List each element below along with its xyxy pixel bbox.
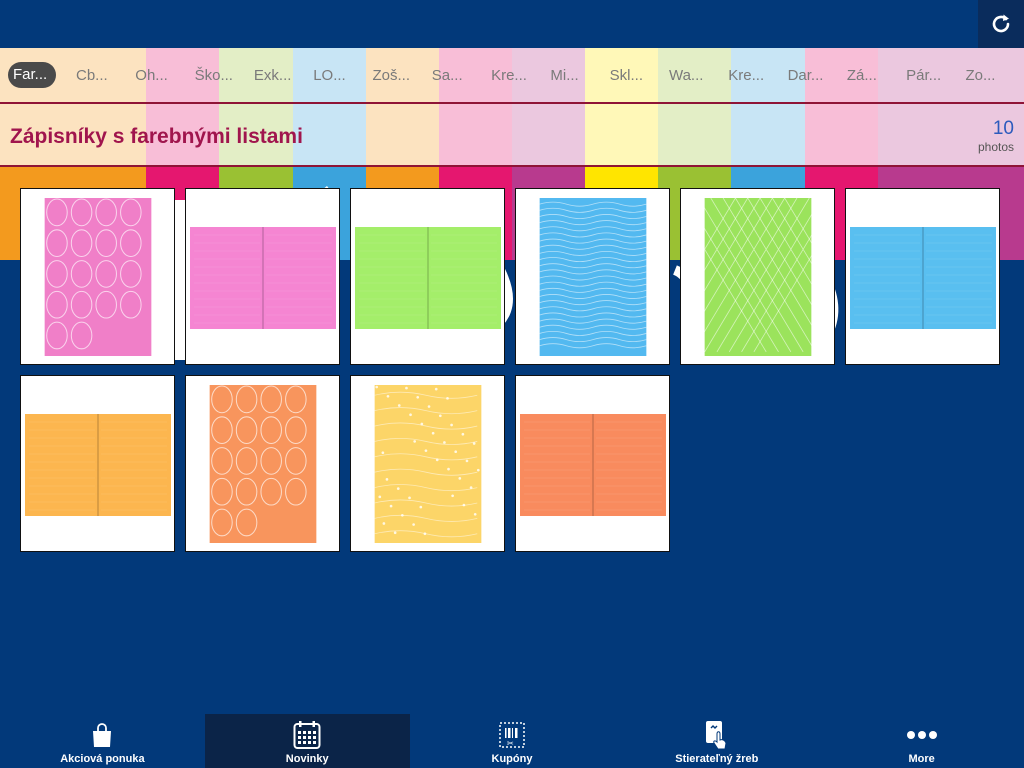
category-tab[interactable]: Far... [8, 62, 56, 88]
category-tab[interactable]: Oh... [127, 67, 186, 84]
category-tab[interactable]: Dar... [780, 67, 839, 84]
category-tab[interactable]: Mi... [542, 67, 601, 84]
notebook-image [519, 413, 666, 516]
category-tab[interactable]: Kre... [483, 67, 542, 84]
photo-thumbnail[interactable] [20, 375, 175, 552]
refresh-icon [992, 14, 1010, 33]
category-tab[interactable]: Zoš... [364, 67, 423, 84]
photo-thumbnail[interactable] [845, 188, 1000, 365]
notebook-image [702, 197, 813, 356]
shopping-bag-icon [91, 719, 113, 751]
bottom-tab-label: Akciová ponuka [60, 753, 145, 765]
category-tab[interactable]: Cb... [68, 67, 127, 84]
bottom-tab[interactable]: Akciová ponuka [0, 714, 205, 768]
album-title: Zápisníky s farebnými listami [10, 125, 303, 148]
notebook-image [354, 226, 501, 329]
bottom-tab-label: Novinky [285, 753, 329, 765]
scratch-card-icon [704, 719, 730, 751]
photo-thumbnail[interactable] [350, 375, 505, 552]
bottom-tab-label: Stierateľný žreb [675, 753, 759, 765]
top-bar [0, 0, 1024, 48]
notebook-image [849, 226, 996, 329]
bottom-tab[interactable]: ✂ Kupóny [410, 714, 615, 768]
photo-thumbnail[interactable] [20, 188, 175, 365]
category-tab[interactable]: Exk... [246, 67, 305, 84]
category-tab[interactable]: Ško... [187, 67, 246, 84]
bottom-tab-bar: Akciová ponuka Novinky ✂ Kupóny Stierateľný … [0, 714, 1024, 768]
more-icon [906, 719, 938, 751]
coupon-icon: ✂ [498, 719, 526, 751]
photo-thumbnail[interactable] [185, 188, 340, 365]
bottom-tab-label: More [908, 753, 935, 765]
album-header: Zápisníky s farebnými listami 10 photos [0, 104, 1024, 167]
category-tab[interactable]: Kre... [720, 67, 779, 84]
bottom-tab[interactable]: More [819, 714, 1024, 768]
photo-count-number: 10 [992, 118, 1014, 139]
photo-thumbnail[interactable] [185, 375, 340, 552]
calendar-icon [293, 719, 321, 751]
notebook-image [539, 197, 646, 356]
svg-text:✂: ✂ [507, 739, 514, 748]
photo-thumbnail[interactable] [515, 375, 670, 552]
notebook-image [189, 226, 336, 329]
refresh-button[interactable] [978, 0, 1024, 48]
photo-thumbnail[interactable] [680, 188, 835, 365]
category-tab[interactable]: Wa... [661, 67, 720, 84]
category-tab[interactable]: Sa... [424, 67, 483, 84]
notebook-image [44, 197, 151, 356]
photo-count-label: photos [977, 140, 1014, 154]
notebook-image [209, 384, 316, 543]
bottom-tab-label: Kupóny [491, 753, 533, 765]
category-tab[interactable]: Skl... [602, 67, 661, 84]
notebook-image [374, 384, 481, 543]
category-tab[interactable]: Pár... [898, 67, 957, 84]
photo-thumbnail[interactable] [515, 188, 670, 365]
category-tab[interactable]: Zá... [839, 67, 898, 84]
photo-thumbnail[interactable] [350, 188, 505, 365]
category-tab[interactable]: Zo... [957, 67, 1016, 84]
photo-count: 10 photos [978, 118, 1014, 154]
bottom-tab[interactable]: Stierateľný žreb [614, 714, 819, 768]
bottom-tab[interactable]: Novinky [204, 714, 410, 768]
category-tabs: Far... Cb... Oh... Ško... Exk... LO... Zoš... S… [0, 48, 1024, 104]
notebook-image [24, 413, 171, 516]
category-tab[interactable]: LO... [305, 67, 364, 84]
